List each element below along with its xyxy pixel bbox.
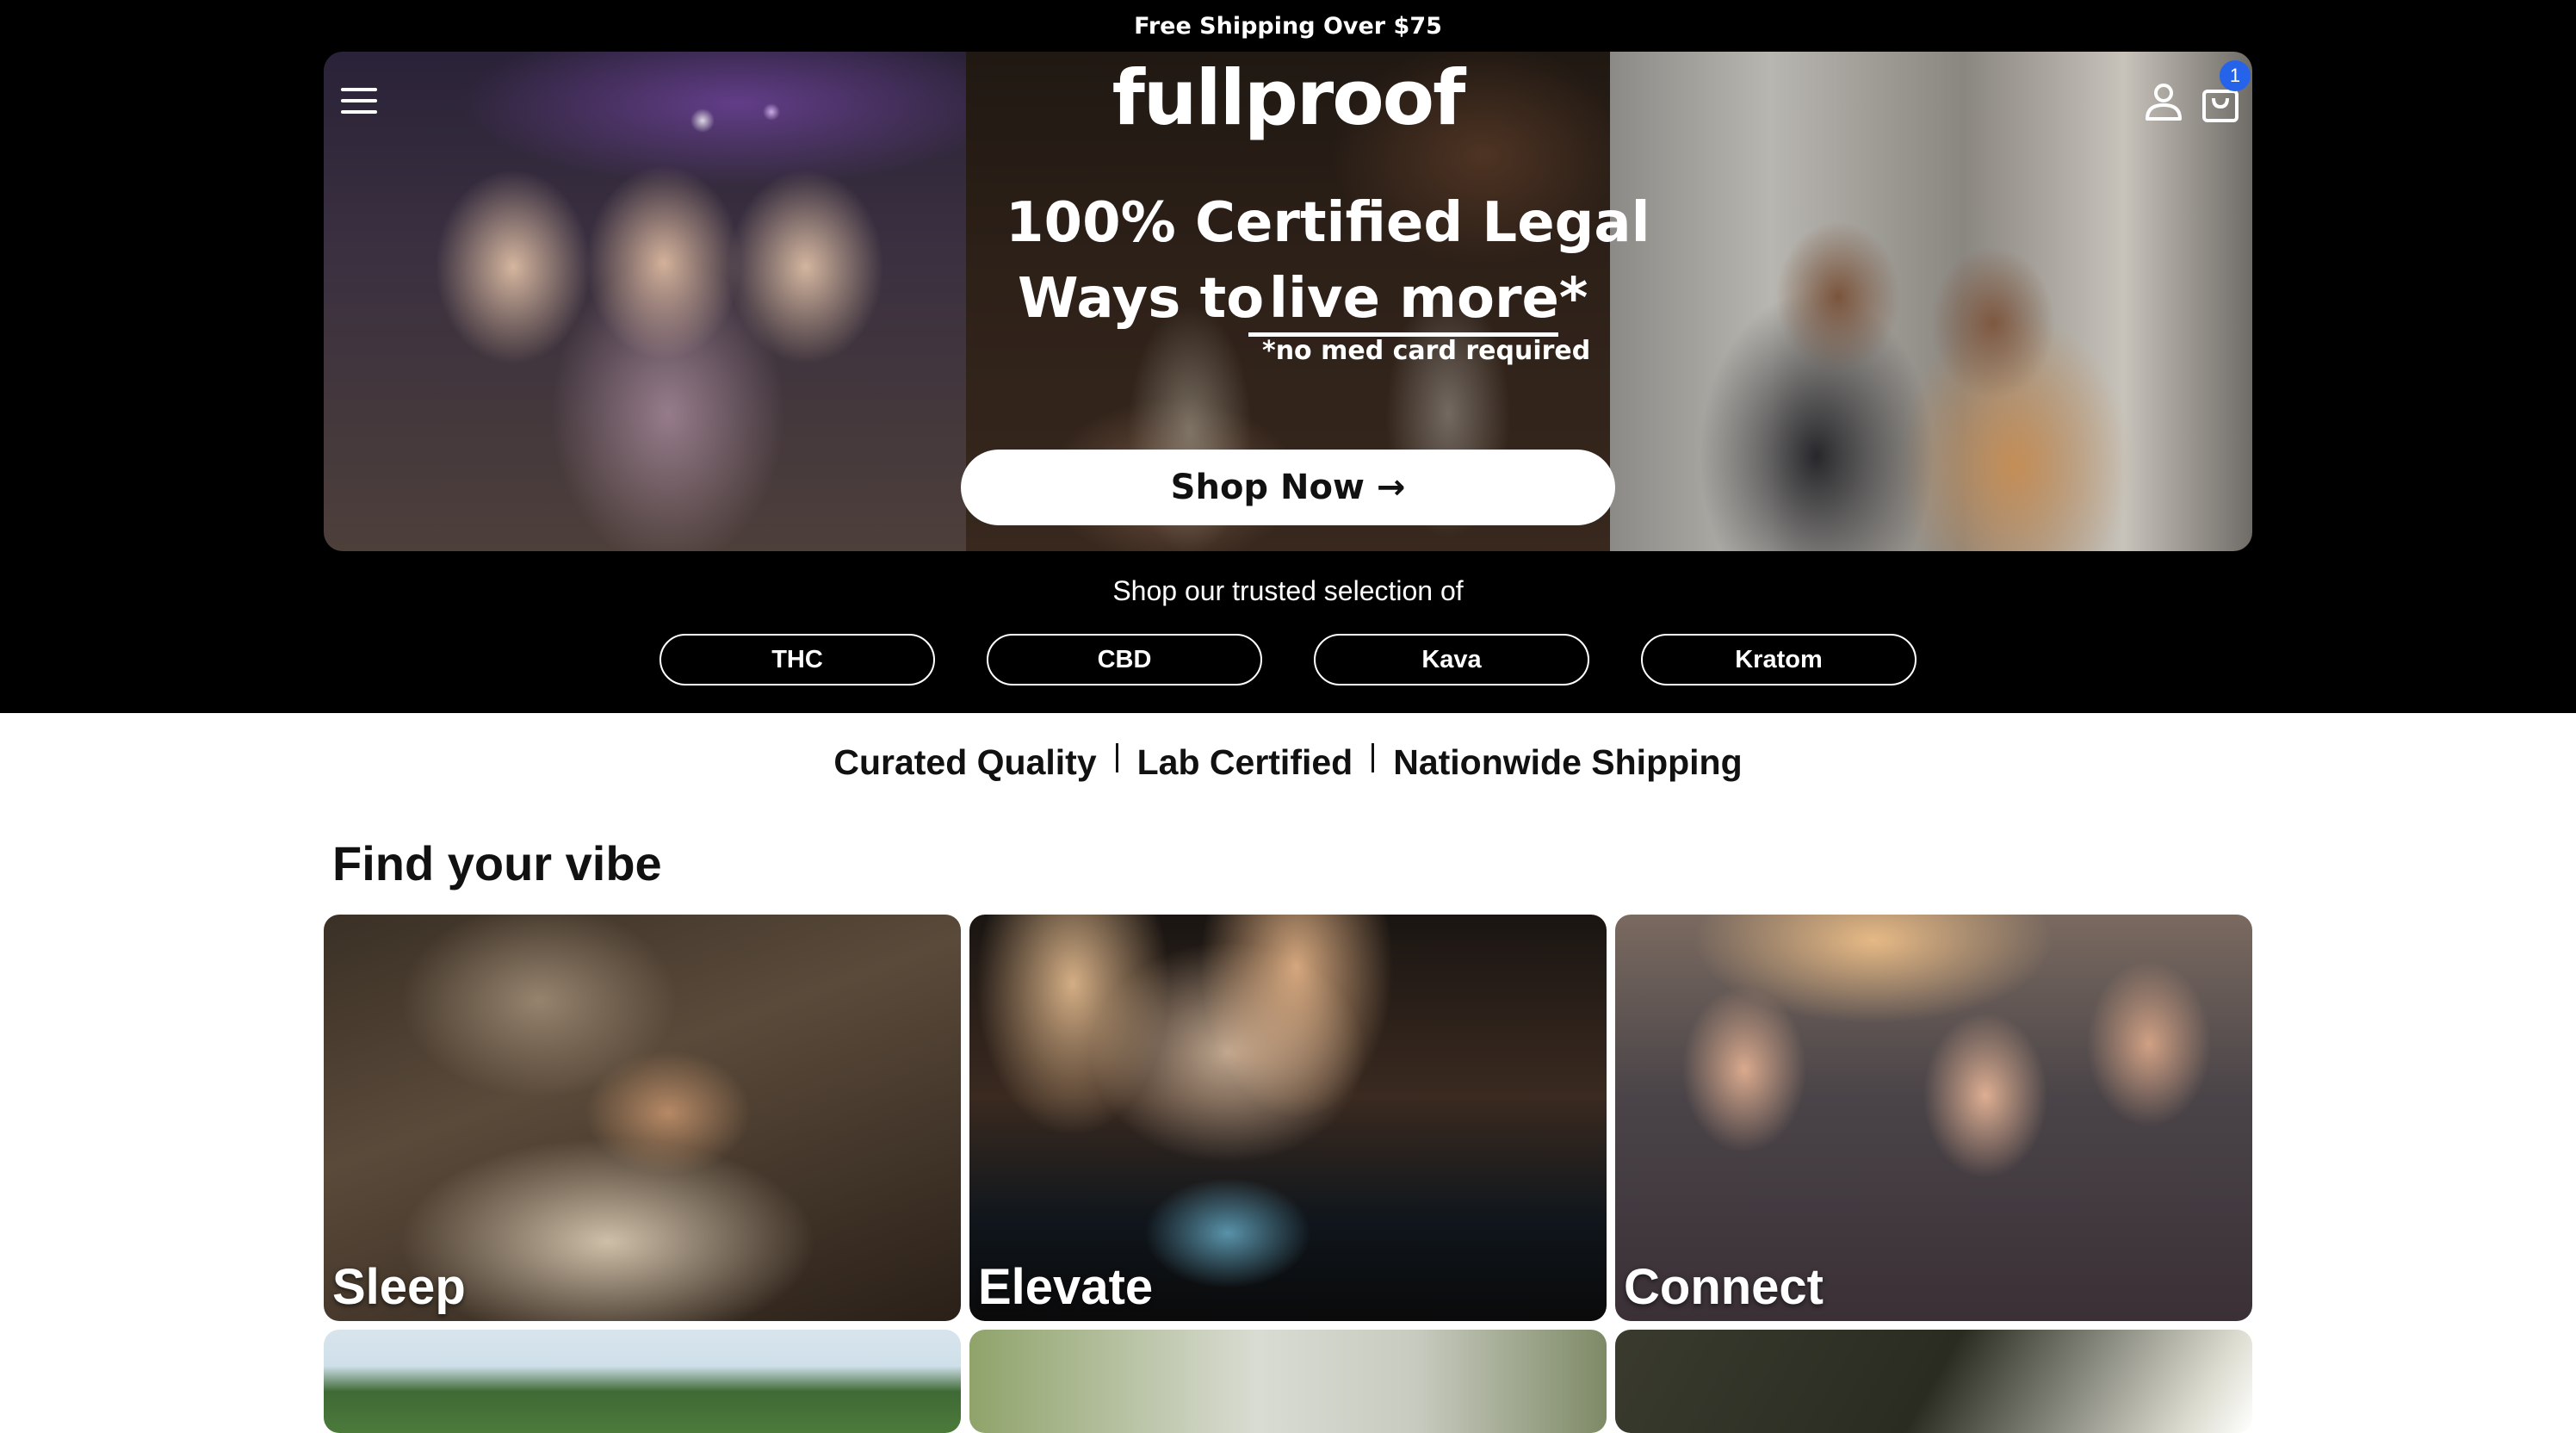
hero-image-street xyxy=(1610,52,2252,551)
announcement-text: Free Shipping Over $75 xyxy=(1134,12,1442,40)
feature-divider xyxy=(1372,742,1375,772)
vibe-card-sleep[interactable]: Sleep xyxy=(324,915,961,1321)
feature-lab-certified: Lab Certified xyxy=(1136,742,1353,782)
category-thc-button[interactable]: THC xyxy=(659,634,935,685)
hero-image-friends xyxy=(324,52,966,551)
vibe-card-label: Elevate xyxy=(978,1259,1154,1315)
hero-headline-prefix: Ways to xyxy=(1018,267,1265,331)
shop-now-button[interactable]: Shop Now → xyxy=(961,450,1615,525)
hero-headline-line1: 100% Certified Legal xyxy=(1006,191,1650,255)
hamburger-menu-icon[interactable] xyxy=(337,83,381,119)
vibe-card-elevate[interactable]: Elevate xyxy=(969,915,1607,1321)
hero-headline-highlight: live more* xyxy=(1269,267,1588,331)
vibe-card-label: Sleep xyxy=(332,1259,466,1315)
site-logo[interactable]: fullproof xyxy=(1033,53,1543,142)
announcement-bar: Free Shipping Over $75 xyxy=(0,0,2576,52)
category-kratom-button[interactable]: Kratom xyxy=(1641,634,1917,685)
selection-intro: Shop our trusted selection of xyxy=(1112,575,1464,606)
cart-count-badge: 1 xyxy=(2220,60,2251,91)
vibe-card-label: Connect xyxy=(1624,1259,1824,1315)
user-icon[interactable] xyxy=(2144,81,2183,124)
hero-footnote: *no med card required xyxy=(1262,336,1591,366)
category-kava-button[interactable]: Kava xyxy=(1314,634,1589,685)
feature-nationwide-shipping: Nationwide Shipping xyxy=(1393,742,1743,782)
vibe-card-partial[interactable] xyxy=(969,1330,1607,1433)
category-cbd-button[interactable]: CBD xyxy=(987,634,1262,685)
feature-curated-quality: Curated Quality xyxy=(833,742,1097,782)
vibe-section-title: Find your vibe xyxy=(332,836,662,890)
feature-strip: Curated Quality Lab Certified Nationwide… xyxy=(0,742,2576,783)
feature-divider xyxy=(1115,742,1118,772)
vibe-card-partial[interactable] xyxy=(324,1330,961,1433)
vibe-card-connect[interactable]: Connect xyxy=(1615,915,2252,1321)
vibe-card-partial[interactable] xyxy=(1615,1330,2252,1433)
